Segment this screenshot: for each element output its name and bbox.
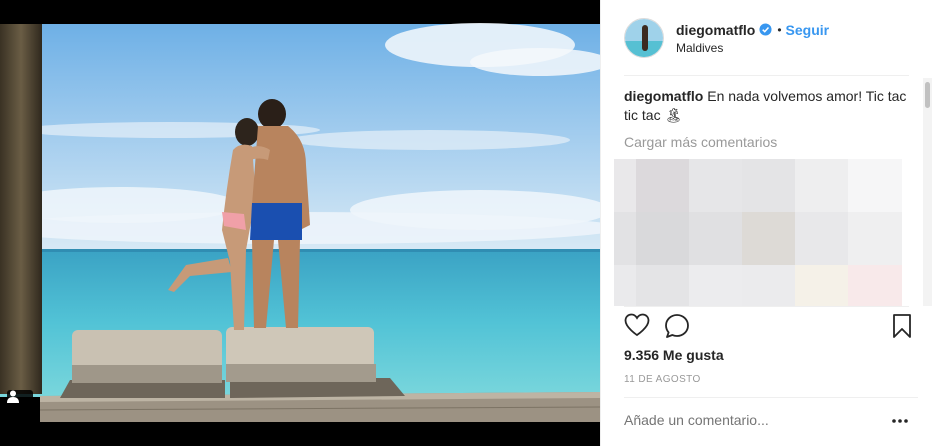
post-date[interactable]: 11 DE AGOSTO xyxy=(624,374,701,385)
username-link[interactable]: diegomatflo xyxy=(676,21,755,39)
comments-section: diegomatflo En nada volvemos amor! Tic t… xyxy=(624,87,914,152)
avatar[interactable] xyxy=(624,17,664,58)
likes-count[interactable]: 9.356 Me gusta xyxy=(624,347,724,363)
bookmark-icon[interactable] xyxy=(892,313,912,339)
action-bar xyxy=(624,313,914,341)
instagram-post: diegomatflo • Seguir Maldives diegomatfl… xyxy=(0,0,932,446)
post-side-panel: diegomatflo • Seguir Maldives diegomatfl… xyxy=(600,0,932,446)
actions-divider xyxy=(624,306,909,307)
blurred-comments-area xyxy=(614,159,902,306)
photo-illustration xyxy=(0,0,600,446)
post-header: diegomatflo • Seguir Maldives xyxy=(601,0,932,75)
verified-badge-icon xyxy=(759,23,772,36)
heart-icon[interactable] xyxy=(624,313,650,337)
follow-button[interactable]: Seguir xyxy=(786,21,830,39)
scrollbar-thumb[interactable] xyxy=(925,82,930,108)
separator-dot: • xyxy=(777,22,782,37)
post-photo[interactable] xyxy=(0,0,600,446)
add-comment-divider xyxy=(624,397,918,398)
load-more-comments-button[interactable]: Cargar más comentarios xyxy=(624,133,914,152)
header-divider xyxy=(624,75,909,76)
comments-scrollbar[interactable] xyxy=(923,78,932,306)
comment-icon[interactable] xyxy=(664,313,690,339)
add-comment-input[interactable] xyxy=(624,412,864,428)
more-options-icon[interactable] xyxy=(891,418,909,424)
location-link[interactable]: Maldives xyxy=(676,41,829,55)
caption-username[interactable]: diegomatflo xyxy=(624,88,703,104)
caption: diegomatflo En nada volvemos amor! Tic t… xyxy=(624,87,914,125)
user-tag-icon[interactable] xyxy=(7,390,33,414)
